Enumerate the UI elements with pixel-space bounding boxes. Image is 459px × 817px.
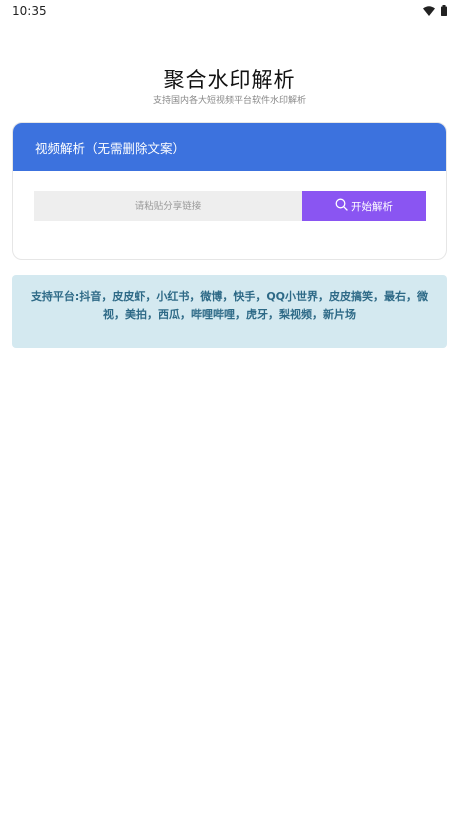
supported-platforms-notice: 支持平台:抖音，皮皮虾，小红书，微博，快手，QQ小世界，皮皮搞笑，最右，微视，美…	[12, 275, 447, 348]
share-link-input[interactable]	[34, 191, 302, 221]
start-parse-label: 开始解析	[351, 200, 393, 213]
wifi-icon	[423, 1, 435, 20]
battery-icon	[441, 1, 447, 20]
status-icons	[423, 4, 447, 16]
supported-platforms-text: 支持平台:抖音，皮皮虾，小红书，微博，快手，QQ小世界，皮皮搞笑，最右，微视，美…	[30, 290, 429, 321]
parse-card: 视频解析（无需删除文案） 开始解析	[12, 122, 447, 260]
start-parse-button[interactable]: 开始解析	[302, 191, 426, 221]
page-title: 聚合水印解析	[163, 68, 296, 92]
status-bar: 10:35	[0, 0, 459, 22]
parse-card-header: 视频解析（无需删除文案）	[13, 123, 446, 171]
status-time: 10:35	[12, 4, 47, 18]
page-subtitle: 支持国内各大短视频平台软件水印解析	[152, 96, 306, 106]
search-icon	[335, 198, 348, 214]
input-row: 开始解析	[34, 191, 426, 221]
parse-card-title: 视频解析（无需删除文案）	[35, 140, 186, 156]
